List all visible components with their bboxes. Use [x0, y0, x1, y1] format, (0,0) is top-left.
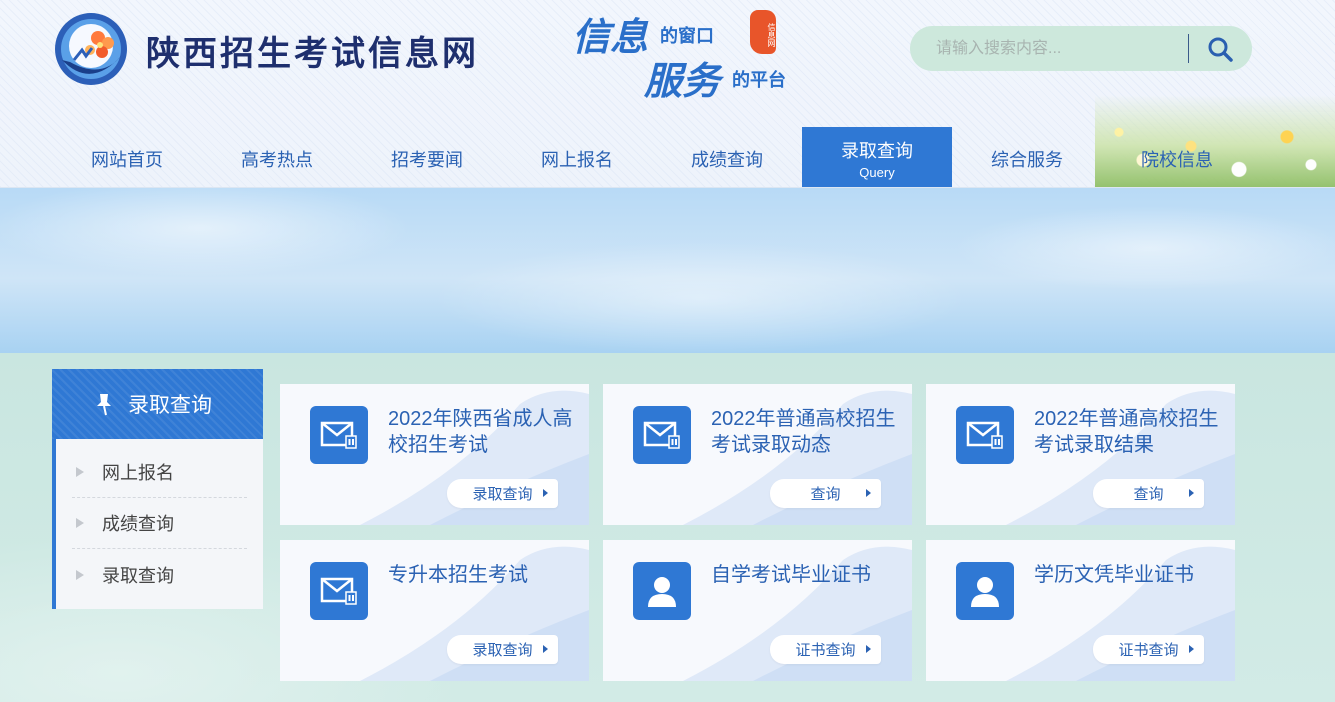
mail-icon	[310, 562, 368, 620]
nav-label: 招考要闻	[391, 149, 463, 170]
nav-label: 成绩查询	[691, 149, 763, 170]
nav-item-scores[interactable]: 成绩查询	[652, 127, 802, 187]
search-divider	[1188, 34, 1189, 63]
nav-item-admission-query[interactable]: 录取查询 Query	[802, 127, 952, 187]
slogan-word-1: 信息	[572, 14, 649, 59]
triangle-icon	[76, 518, 84, 528]
slogan: 信息 的窗口 服务 的平台 信息网	[572, 4, 812, 103]
pin-icon	[94, 392, 114, 416]
card-button-label: 证书查询	[1118, 642, 1179, 659]
card-certificate-button[interactable]: 证书查询	[770, 635, 881, 664]
main-nav: 网站首页 高考热点 招考要闻 网上报名 成绩查询 录取查询 Query 综合服务…	[52, 127, 1252, 187]
person-icon	[956, 562, 1014, 620]
query-card-adult-exam: 2022年陕西省成人高校招生考试 录取查询	[280, 384, 589, 525]
query-card-upgrade-exam: 专升本招生考试 录取查询	[280, 540, 589, 681]
arrow-right-icon	[866, 489, 871, 497]
nav-label: 录取查询	[841, 141, 913, 161]
nav-sublabel: Query	[859, 165, 895, 180]
query-card-diploma-cert: 学历文凭毕业证书 证书查询	[926, 540, 1235, 681]
mail-icon	[633, 406, 691, 464]
sidebar-item-label: 成绩查询	[102, 514, 174, 534]
nav-label: 网上报名	[541, 149, 613, 170]
sidebar-item-registration[interactable]: 网上报名	[72, 447, 247, 498]
card-button-label: 证书查询	[795, 642, 856, 659]
arrow-right-icon	[1189, 645, 1194, 653]
nav-label: 网站首页	[91, 149, 163, 170]
sidebar-header: 录取查询	[52, 369, 263, 439]
search-input[interactable]	[924, 34, 1184, 63]
site-header: 陕西招生考试信息网 信息 的窗口 服务 的平台 信息网 网站首页 高考热点 招考…	[0, 0, 1335, 188]
card-title[interactable]: 专升本招生考试	[388, 562, 578, 588]
nav-item-home[interactable]: 网站首页	[52, 127, 202, 187]
search-icon	[1208, 37, 1233, 62]
card-button-label: 查询	[1133, 486, 1164, 503]
card-button-label: 查询	[810, 486, 841, 503]
arrow-right-icon	[543, 489, 548, 497]
sidebar-item-label: 网上报名	[102, 463, 174, 483]
slogan-word-2: 的窗口	[660, 26, 714, 47]
query-card-admission-result: 2022年普通高校招生考试录取结果 查询	[926, 384, 1235, 525]
nav-item-registration[interactable]: 网上报名	[502, 127, 652, 187]
card-title[interactable]: 2022年陕西省成人高校招生考试	[388, 406, 578, 458]
card-query-button[interactable]: 查询	[1093, 479, 1204, 508]
nav-label: 院校信息	[1141, 149, 1213, 170]
sidebar-item-label: 录取查询	[102, 565, 174, 586]
card-button-label: 录取查询	[472, 486, 533, 503]
sidebar-item-admission[interactable]: 录取查询	[72, 549, 247, 600]
site-title[interactable]: 陕西招生考试信息网	[146, 26, 479, 75]
arrow-right-icon	[543, 645, 548, 653]
card-query-button[interactable]: 录取查询	[447, 635, 558, 664]
nav-item-schools[interactable]: 院校信息	[1102, 127, 1252, 187]
arrow-right-icon	[866, 645, 871, 653]
card-query-button[interactable]: 查询	[770, 479, 881, 508]
mail-icon	[956, 406, 1014, 464]
sidebar-item-scores[interactable]: 成绩查询	[72, 498, 247, 549]
sky-banner	[0, 188, 1335, 353]
sidebar-list: 网上报名 成绩查询 录取查询	[56, 439, 263, 600]
query-card-admission-status: 2022年普通高校招生考试录取动态 查询	[603, 384, 912, 525]
slogan-seal: 信息网	[750, 10, 776, 54]
card-title[interactable]: 2022年普通高校招生考试录取结果	[1034, 406, 1224, 458]
query-card-self-study-cert: 自学考试毕业证书 证书查询	[603, 540, 912, 681]
card-title[interactable]: 2022年普通高校招生考试录取动态	[711, 406, 901, 458]
card-title[interactable]: 自学考试毕业证书	[711, 562, 901, 588]
arrow-right-icon	[1189, 489, 1194, 497]
nav-label: 高考热点	[241, 149, 313, 170]
nav-item-services[interactable]: 综合服务	[952, 127, 1102, 187]
card-title[interactable]: 学历文凭毕业证书	[1034, 562, 1224, 588]
person-icon	[633, 562, 691, 620]
slogan-word-3: 服务	[644, 58, 721, 103]
card-button-label: 录取查询	[472, 642, 533, 659]
card-certificate-button[interactable]: 证书查询	[1093, 635, 1204, 664]
site-logo-icon[interactable]	[52, 10, 130, 88]
nav-item-hot-topics[interactable]: 高考热点	[202, 127, 352, 187]
card-query-button[interactable]: 录取查询	[447, 479, 558, 508]
sidebar-title: 录取查询	[128, 394, 212, 417]
triangle-icon	[76, 569, 84, 580]
nav-label: 综合服务	[991, 149, 1063, 170]
nav-item-news[interactable]: 招考要闻	[352, 127, 502, 187]
triangle-icon	[76, 467, 84, 477]
slogan-word-4: 的平台	[732, 70, 786, 91]
sidebar: 录取查询 网上报名 成绩查询 录取查询	[52, 369, 263, 609]
search-button[interactable]	[1200, 32, 1240, 65]
search-box	[910, 26, 1252, 71]
mail-icon	[310, 406, 368, 464]
